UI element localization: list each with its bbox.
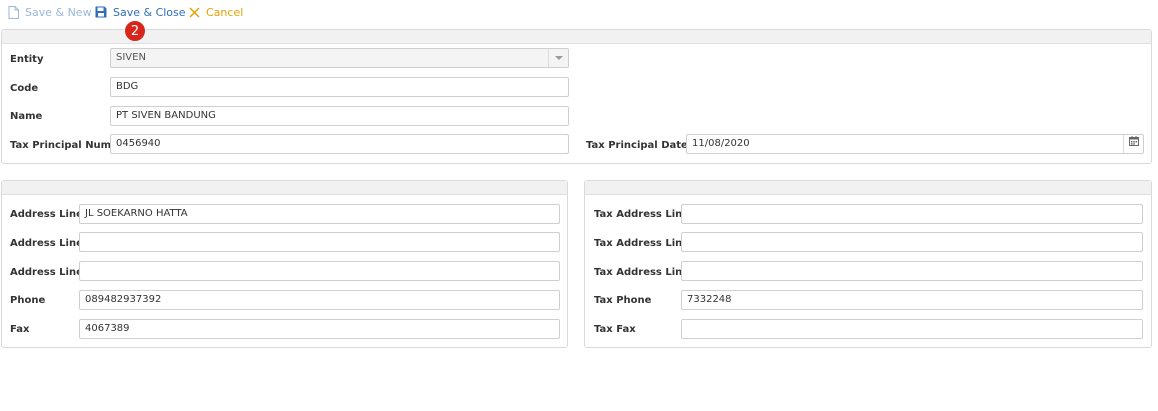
tax-address-panel: Tax Address Line 1 Tax Address Line 2 Ta… xyxy=(584,180,1152,348)
entity-dropdown-button[interactable] xyxy=(548,49,568,67)
toolbar: Save & New Save & Close Cancel xyxy=(0,0,1158,24)
tax-principal-date-label: Tax Principal Date xyxy=(586,140,688,151)
save-and-close-button[interactable]: Save & Close xyxy=(94,4,186,20)
code-value: BDG xyxy=(116,81,139,92)
fax-field[interactable]: 4067389 xyxy=(79,319,560,339)
tax-principal-number-field[interactable]: 0456940 xyxy=(110,134,569,154)
tax-phone-field[interactable]: 7332248 xyxy=(681,290,1143,310)
tax-principal-number-value: 0456940 xyxy=(116,138,161,149)
name-field[interactable]: PT SIVEN BANDUNG xyxy=(110,106,569,126)
general-panel-header xyxy=(2,30,1151,44)
fax-value: 4067389 xyxy=(85,323,130,334)
address-panel: Address Line 1 JL SOEKARNO HATTA Address… xyxy=(1,180,568,348)
chevron-down-icon xyxy=(554,56,563,60)
save-and-close-label: Save & Close xyxy=(113,5,186,19)
name-value: PT SIVEN BANDUNG xyxy=(116,110,216,121)
phone-field[interactable]: 089482937392 xyxy=(79,290,560,310)
cancel-button[interactable]: Cancel xyxy=(187,4,243,20)
step-badge: 2 xyxy=(124,20,146,42)
phone-value: 089482937392 xyxy=(85,294,162,305)
name-label: Name xyxy=(10,111,43,122)
address-line-1-field[interactable]: JL SOEKARNO HATTA xyxy=(79,204,560,224)
date-picker-button[interactable] xyxy=(1123,135,1143,153)
close-icon xyxy=(187,5,201,19)
code-label: Code xyxy=(10,83,39,94)
tax-fax-label: Tax Fax xyxy=(594,324,636,335)
code-field[interactable]: BDG xyxy=(110,77,569,97)
address-line-3-field[interactable] xyxy=(79,261,560,281)
tax-address-line-1-field[interactable] xyxy=(681,204,1143,224)
tax-phone-label: Tax Phone xyxy=(594,295,652,306)
tax-phone-value: 7332248 xyxy=(687,294,732,305)
tax-address-line-3-field[interactable] xyxy=(681,261,1143,281)
entity-label: Entity xyxy=(10,54,44,65)
tax-fax-field[interactable] xyxy=(681,319,1143,339)
save-and-new-button[interactable]: Save & New xyxy=(6,4,92,20)
address-panel-header xyxy=(2,181,567,195)
entity-value: SIVEN xyxy=(116,52,146,63)
phone-label: Phone xyxy=(10,295,46,306)
calendar-icon xyxy=(1128,135,1139,153)
entity-select[interactable]: SIVEN xyxy=(110,48,569,68)
fax-label: Fax xyxy=(10,324,30,335)
address-line-1-value: JL SOEKARNO HATTA xyxy=(85,208,188,219)
floppy-disk-icon xyxy=(94,5,108,19)
save-and-new-label: Save & New xyxy=(25,5,92,19)
tax-address-line-2-field[interactable] xyxy=(681,232,1143,252)
tax-principal-date-value: 11/08/2020 xyxy=(692,138,750,149)
address-line-2-field[interactable] xyxy=(79,232,560,252)
general-panel: Entity SIVEN Code BDG Name PT SIVEN BAND… xyxy=(1,29,1152,164)
tax-address-panel-header xyxy=(585,181,1151,195)
file-icon xyxy=(6,5,20,19)
tax-principal-date-field[interactable]: 11/08/2020 xyxy=(686,134,1144,154)
cancel-label: Cancel xyxy=(206,5,244,19)
